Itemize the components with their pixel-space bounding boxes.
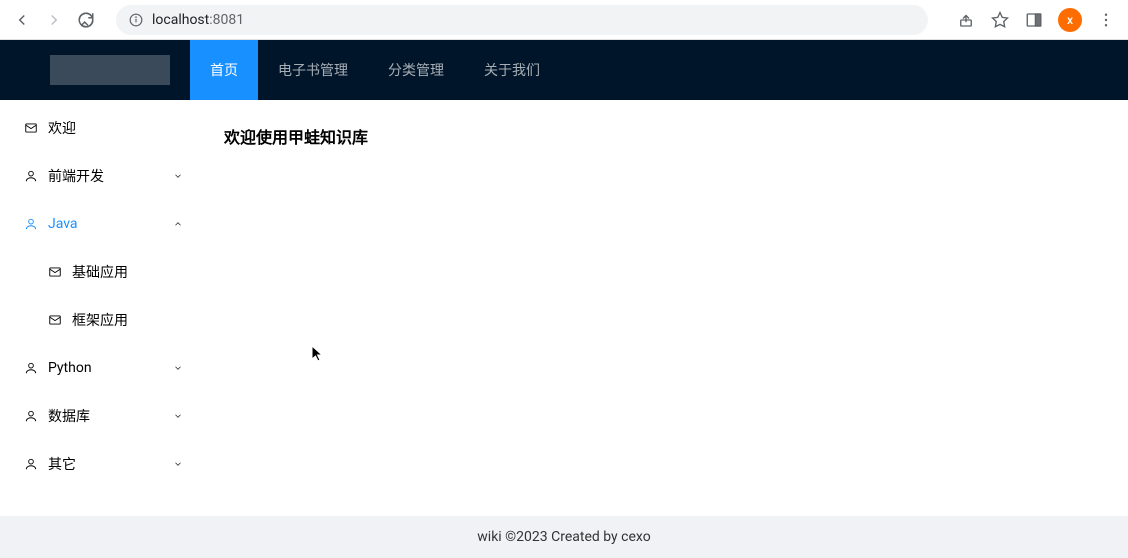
footer: wiki ©2023 Created by cexo <box>0 516 1128 558</box>
user-icon <box>24 169 38 183</box>
chevron-down-icon <box>172 410 184 422</box>
sidebar-item-label: 基础应用 <box>72 262 128 282</box>
sidebar-item-label: Python <box>48 360 92 376</box>
sidebar-item-welcome[interactable]: 欢迎 <box>0 104 200 152</box>
chevron-down-icon <box>172 458 184 470</box>
url-text: localhost:8081 <box>152 12 244 28</box>
chevron-down-icon <box>172 362 184 374</box>
sidebar-subitem-basic[interactable]: 基础应用 <box>0 248 200 296</box>
share-icon[interactable] <box>956 10 976 30</box>
forward-button[interactable] <box>44 10 64 30</box>
sidebar-item-other[interactable]: 其它 <box>0 440 200 488</box>
mail-icon <box>48 313 62 327</box>
site-info-icon[interactable] <box>128 12 144 28</box>
chrome-menu-icon[interactable] <box>1096 10 1116 30</box>
mail-icon <box>24 121 38 135</box>
sidebar-item-label: 欢迎 <box>48 118 76 138</box>
sidebar: 欢迎 前端开发 Java 基础应用 <box>0 100 200 516</box>
nav-tab-about[interactable]: 关于我们 <box>464 40 560 100</box>
user-icon <box>24 217 38 231</box>
sidebar-item-database[interactable]: 数据库 <box>0 392 200 440</box>
footer-text: wiki ©2023 Created by cexo <box>477 529 650 545</box>
main-content: 欢迎使用甲蛙知识库 <box>200 100 1128 516</box>
sidebar-item-label: 数据库 <box>48 406 90 426</box>
browser-toolbar: localhost:8081 x <box>0 0 1128 40</box>
profile-avatar[interactable]: x <box>1058 8 1082 32</box>
nav-tab-home[interactable]: 首页 <box>190 40 258 100</box>
sidebar-item-label: 其它 <box>48 454 76 474</box>
panel-icon[interactable] <box>1024 10 1044 30</box>
welcome-heading: 欢迎使用甲蛙知识库 <box>224 124 1104 148</box>
sidebar-item-label: 框架应用 <box>72 310 128 330</box>
nav-tab-category[interactable]: 分类管理 <box>368 40 464 100</box>
logo-placeholder <box>50 55 170 85</box>
user-icon <box>24 457 38 471</box>
address-bar[interactable]: localhost:8081 <box>116 5 928 35</box>
sidebar-item-frontend[interactable]: 前端开发 <box>0 152 200 200</box>
sidebar-item-java[interactable]: Java <box>0 200 200 248</box>
mail-icon <box>48 265 62 279</box>
nav-tab-ebook[interactable]: 电子书管理 <box>258 40 368 100</box>
back-button[interactable] <box>12 10 32 30</box>
sidebar-item-python[interactable]: Python <box>0 344 200 392</box>
reload-button[interactable] <box>76 10 96 30</box>
sidebar-item-label: 前端开发 <box>48 166 104 186</box>
chevron-up-icon <box>172 218 184 230</box>
chevron-down-icon <box>172 170 184 182</box>
sidebar-subitem-framework[interactable]: 框架应用 <box>0 296 200 344</box>
user-icon <box>24 361 38 375</box>
user-icon <box>24 409 38 423</box>
sidebar-item-label: Java <box>48 216 78 232</box>
app-header: 首页 电子书管理 分类管理 关于我们 <box>0 40 1128 100</box>
bookmark-star-icon[interactable] <box>990 10 1010 30</box>
